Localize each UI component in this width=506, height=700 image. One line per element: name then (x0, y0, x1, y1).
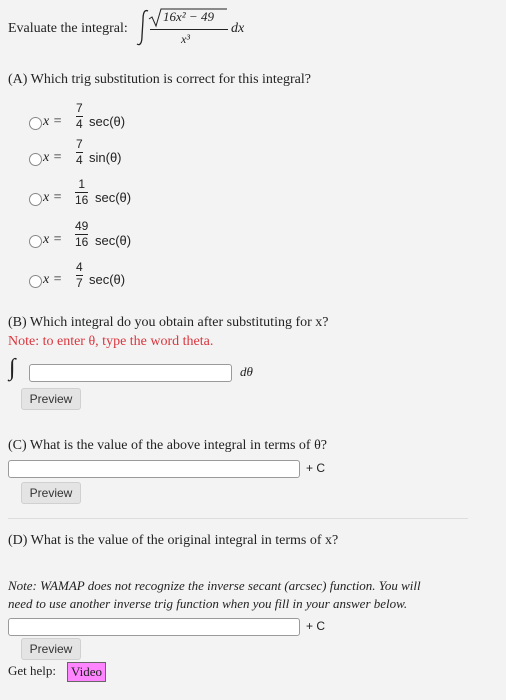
part-a-question: (A) Which trig substitution is correct f… (8, 72, 312, 87)
part-d-constant: + C (306, 619, 326, 633)
video-help-button[interactable]: Video (67, 662, 106, 682)
option-variable: x = (43, 232, 63, 247)
integrand-denominator: x³ (181, 32, 190, 46)
part-c-constant: + C (306, 461, 326, 475)
option-function: sec(θ) (89, 272, 126, 287)
option-function: sin(θ) (89, 150, 122, 165)
option-fraction: 74 (76, 101, 83, 131)
part-d-question: (D) What is the value of the original in… (8, 533, 339, 548)
option-function: sec(θ) (89, 114, 126, 129)
radio-option-5[interactable] (29, 275, 42, 288)
divider (8, 518, 468, 519)
option-fraction: 49 16 (75, 219, 89, 249)
preview-button-d[interactable]: Preview (21, 638, 81, 660)
fraction-bar (150, 29, 228, 30)
option-function: sec(θ) (95, 190, 132, 205)
integral-prompt: Evaluate the integral: (8, 21, 128, 36)
part-b-note: Note: to enter θ, type the word theta. (8, 334, 214, 349)
option-variable: x = (43, 150, 63, 165)
option-fraction: 74 (76, 137, 83, 167)
get-help-label: Get help: (8, 663, 57, 678)
preview-button-c[interactable]: Preview (21, 482, 81, 504)
original-integral-input[interactable] (8, 618, 300, 636)
integral-differential: dx (231, 21, 245, 36)
radio-option-1[interactable] (29, 117, 42, 130)
option-fraction: 1 16 (75, 177, 89, 207)
part-c-question: (C) What is the value of the above integ… (8, 438, 328, 453)
integral-sign-icon: ∫ (9, 355, 16, 381)
preview-button-b[interactable]: Preview (21, 388, 81, 410)
option-function: sec(θ) (95, 233, 132, 248)
part-d-note-line1: Note: WAMAP does not recognize the inver… (8, 578, 421, 593)
integrand-numerator: 16x² − 49 (163, 9, 214, 24)
part-d-note-line2: need to use another inverse trig functio… (8, 596, 408, 611)
part-b-question: (B) Which integral do you obtain after s… (8, 315, 329, 330)
radio-option-4[interactable] (29, 235, 42, 248)
option-variable: x = (43, 114, 63, 129)
radio-option-2[interactable] (29, 153, 42, 166)
radio-option-3[interactable] (29, 193, 42, 206)
option-variable: x = (43, 272, 63, 287)
theta-integral-input[interactable] (8, 460, 300, 478)
part-b-differential: dθ (240, 364, 253, 379)
substituted-integral-input[interactable] (29, 364, 232, 382)
option-variable: x = (43, 190, 63, 205)
option-fraction: 47 (76, 260, 83, 290)
